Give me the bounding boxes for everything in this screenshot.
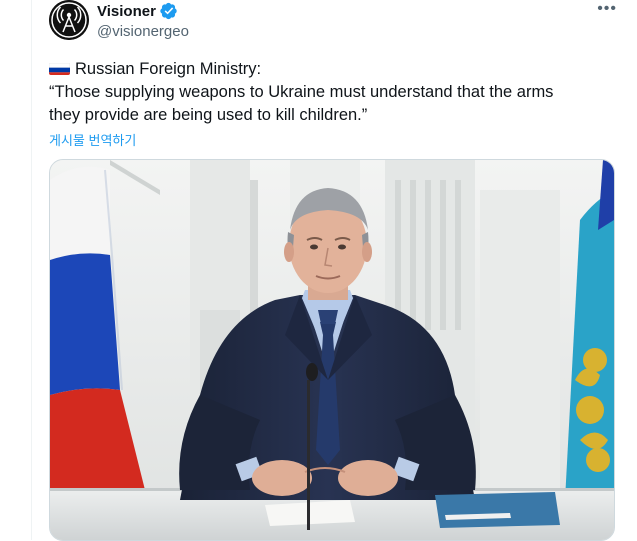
more-options-button[interactable]: ••• (597, 0, 617, 18)
tweet-text-line-1: Russian Foreign Ministry: (49, 58, 609, 81)
avatar[interactable] (49, 0, 89, 40)
tweet-text-line-2: “Those supplying weapons to Ukraine must… (49, 83, 554, 101)
tweet-text-line-1-content: Russian Foreign Ministry: (75, 60, 262, 78)
tweet-photo[interactable] (49, 159, 615, 541)
photo-scene (50, 160, 614, 540)
tweet-text-line-3: they provide are being used to kill chil… (49, 106, 368, 124)
author-display-name[interactable]: Visioner (97, 3, 156, 20)
tweet[interactable]: Visioner @visionergeo ••• Russian Foreig… (32, 0, 637, 541)
author-handle[interactable]: @visionergeo (97, 23, 189, 40)
satellite-antenna-logo-icon (49, 0, 89, 40)
tweet-text: Russian Foreign Ministry: “Those supplyi… (49, 58, 609, 127)
author-name-row[interactable]: Visioner (97, 2, 178, 20)
translate-post-link[interactable]: 게시물 번역하기 (49, 130, 136, 149)
russia-flag-icon (49, 61, 70, 75)
verified-badge-icon (160, 2, 177, 20)
